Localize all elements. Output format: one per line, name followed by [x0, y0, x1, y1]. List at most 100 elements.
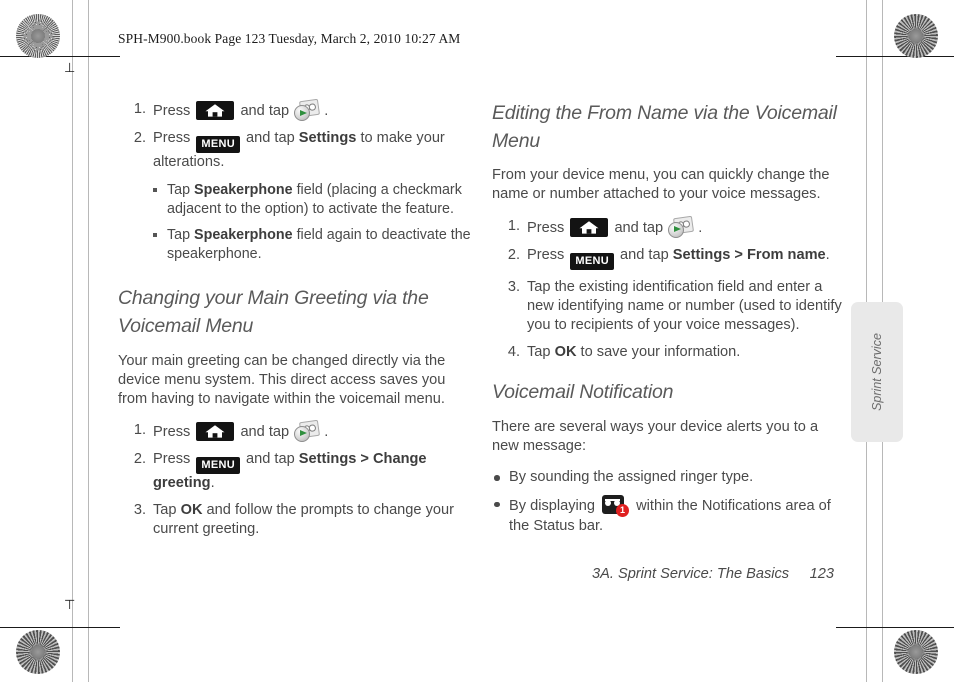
chapter-thumb-tab-label: Sprint Service [870, 333, 884, 411]
left-column: 1. Press and tap . 2. Press MENU and tap… [118, 98, 473, 547]
chapter-thumb-tab: Sprint Service [851, 302, 903, 442]
subbullet-keyword: Speakerphone [194, 227, 293, 244]
step-item: 1. Press and tap . [118, 98, 473, 121]
step-item: 1. Press and tap . [492, 215, 847, 238]
play-icon [294, 105, 311, 121]
bullet-text-before: By displaying [509, 497, 595, 514]
step-item: 1. Press and tap . [118, 419, 473, 442]
step-number: 1. [507, 217, 520, 234]
change-greeting-steps-list: 1. Press and tap . 2. Press MENU and tap… [118, 419, 473, 539]
status-badge: 1 [616, 503, 630, 517]
step-text-lead: Tap [153, 501, 177, 518]
step-text-between: and tap [620, 246, 669, 263]
step-item: 3. Tap the existing identification field… [492, 278, 847, 335]
trim-line-left-inner [88, 0, 89, 682]
step-text-between: and tap [246, 130, 295, 146]
step-text-before: Press [153, 103, 191, 119]
color-registration-patch-top-left [16, 14, 60, 58]
step-number: 3. [507, 278, 520, 295]
right-column: Editing the From Name via the Voicemail … [492, 100, 847, 543]
step-text-between: and tap [614, 219, 664, 236]
step-number: 2. [507, 246, 520, 263]
play-icon [668, 221, 685, 238]
step-number: 1. [133, 101, 146, 117]
trim-tee-mark-top: ⊥ [64, 60, 76, 75]
step-text-before: Press [527, 219, 565, 236]
step-number: 1. [133, 421, 146, 438]
list-item: By displaying 1 within the Notifications… [492, 494, 847, 536]
section-paragraph-change-greeting: Your main greeting can be changed direct… [118, 352, 446, 407]
registration-mark-top-right [843, 11, 883, 51]
step-text-after: . [698, 219, 703, 236]
registration-mark-bottom-right [843, 633, 883, 673]
step-number: 2. [133, 450, 146, 467]
step-keyword: Settings > From name [672, 246, 826, 263]
section-heading-from-name: Editing the From Name via the Voicemail … [492, 102, 837, 152]
trim-line-top-left [0, 56, 120, 57]
voicemail-notification-bullets: By sounding the assigned ringer type. By… [492, 468, 847, 536]
voicemail-app-icon[interactable] [294, 419, 321, 442]
play-icon [294, 425, 311, 442]
step-text: Tap the existing identification field an… [527, 278, 842, 333]
from-name-steps-list: 1. Press and tap . 2. Press MENU and tap… [492, 215, 847, 362]
list-item: By sounding the assigned ringer type. [492, 468, 847, 487]
color-registration-patch-top-right [894, 14, 938, 58]
registration-mark-middle-left [14, 320, 54, 360]
voicemail-app-icon[interactable] [668, 215, 695, 238]
color-registration-patch-bottom-left [16, 630, 60, 674]
step-text-after: . [324, 423, 329, 440]
subbullet-lead: Tap [167, 227, 191, 244]
trim-line-bottom-left [0, 627, 120, 628]
step-text-between: and tap [240, 103, 290, 119]
speakerphone-steps-list: 1. Press and tap . 2. Press MENU and tap… [118, 98, 473, 263]
registration-mark-top-center [458, 0, 498, 18]
step-text-between: and tap [246, 450, 295, 467]
step-item: 2. Press MENU and tap Settings > Change … [118, 450, 473, 493]
step-text-between: and tap [240, 423, 290, 440]
step-text-lead: Tap [527, 343, 551, 360]
home-key-icon[interactable] [196, 421, 235, 441]
color-registration-patch-bottom-right [894, 630, 938, 674]
step-keyword: Settings [298, 130, 357, 146]
footer-chapter-title: 3A. Sprint Service: The Basics [592, 566, 790, 582]
list-item: Tap Speakerphone field (placing a checkm… [153, 181, 473, 218]
trim-line-left-outer [72, 0, 73, 682]
running-header: SPH-M900.book Page 123 Tuesday, March 2,… [118, 31, 461, 46]
step-item: 2. Press MENU and tap Settings to make y… [118, 129, 473, 263]
registration-mark-top-left [70, 11, 110, 51]
home-key-icon[interactable] [570, 217, 609, 237]
subbullet-lead: Tap [167, 181, 191, 198]
section-heading-voicemail-notification: Voicemail Notification [492, 381, 674, 404]
trim-line-top-right [836, 56, 954, 57]
step-text-after: . [825, 246, 830, 263]
step-text-after: . [210, 474, 215, 491]
subbullet-keyword: Speakerphone [194, 181, 293, 198]
footer-page-number: 123 [809, 566, 834, 582]
trim-line-bottom-right [836, 627, 954, 628]
section-paragraph-from-name: From your device menu, you can quickly c… [492, 167, 830, 203]
menu-key-icon[interactable]: MENU [196, 456, 240, 474]
menu-key-icon[interactable]: MENU [570, 252, 614, 270]
step-text-after: . [324, 103, 329, 119]
step-keyword: OK [180, 501, 203, 518]
step-text-rest: to save your information. [580, 343, 741, 360]
trim-tee-mark-bottom: ⊤ [64, 597, 76, 612]
speakerphone-subbullets: Tap Speakerphone field (placing a checkm… [153, 181, 473, 263]
menu-key-icon[interactable]: MENU [196, 136, 240, 153]
section-paragraph-voicemail-notification: There are several ways your device alert… [492, 419, 819, 455]
voicemail-app-icon[interactable] [294, 98, 321, 121]
step-keyword: OK [554, 343, 577, 360]
step-text-before: Press [527, 246, 565, 263]
step-text-before: Press [153, 423, 191, 440]
step-item: 3. Tap OK and follow the prompts to chan… [118, 501, 473, 539]
step-item: 2. Press MENU and tap Settings > From na… [492, 246, 847, 270]
registration-mark-bottom-center [458, 627, 498, 667]
registration-mark-middle-right [899, 320, 939, 360]
step-number: 4. [507, 343, 520, 360]
step-text-before: Press [153, 450, 191, 467]
step-number: 2. [133, 130, 146, 146]
home-key-icon[interactable] [196, 101, 235, 120]
voicemail-notification-icon: 1 [602, 494, 630, 517]
step-item: 4. Tap OK to save your information. [492, 343, 847, 362]
step-text-before: Press [153, 130, 191, 146]
